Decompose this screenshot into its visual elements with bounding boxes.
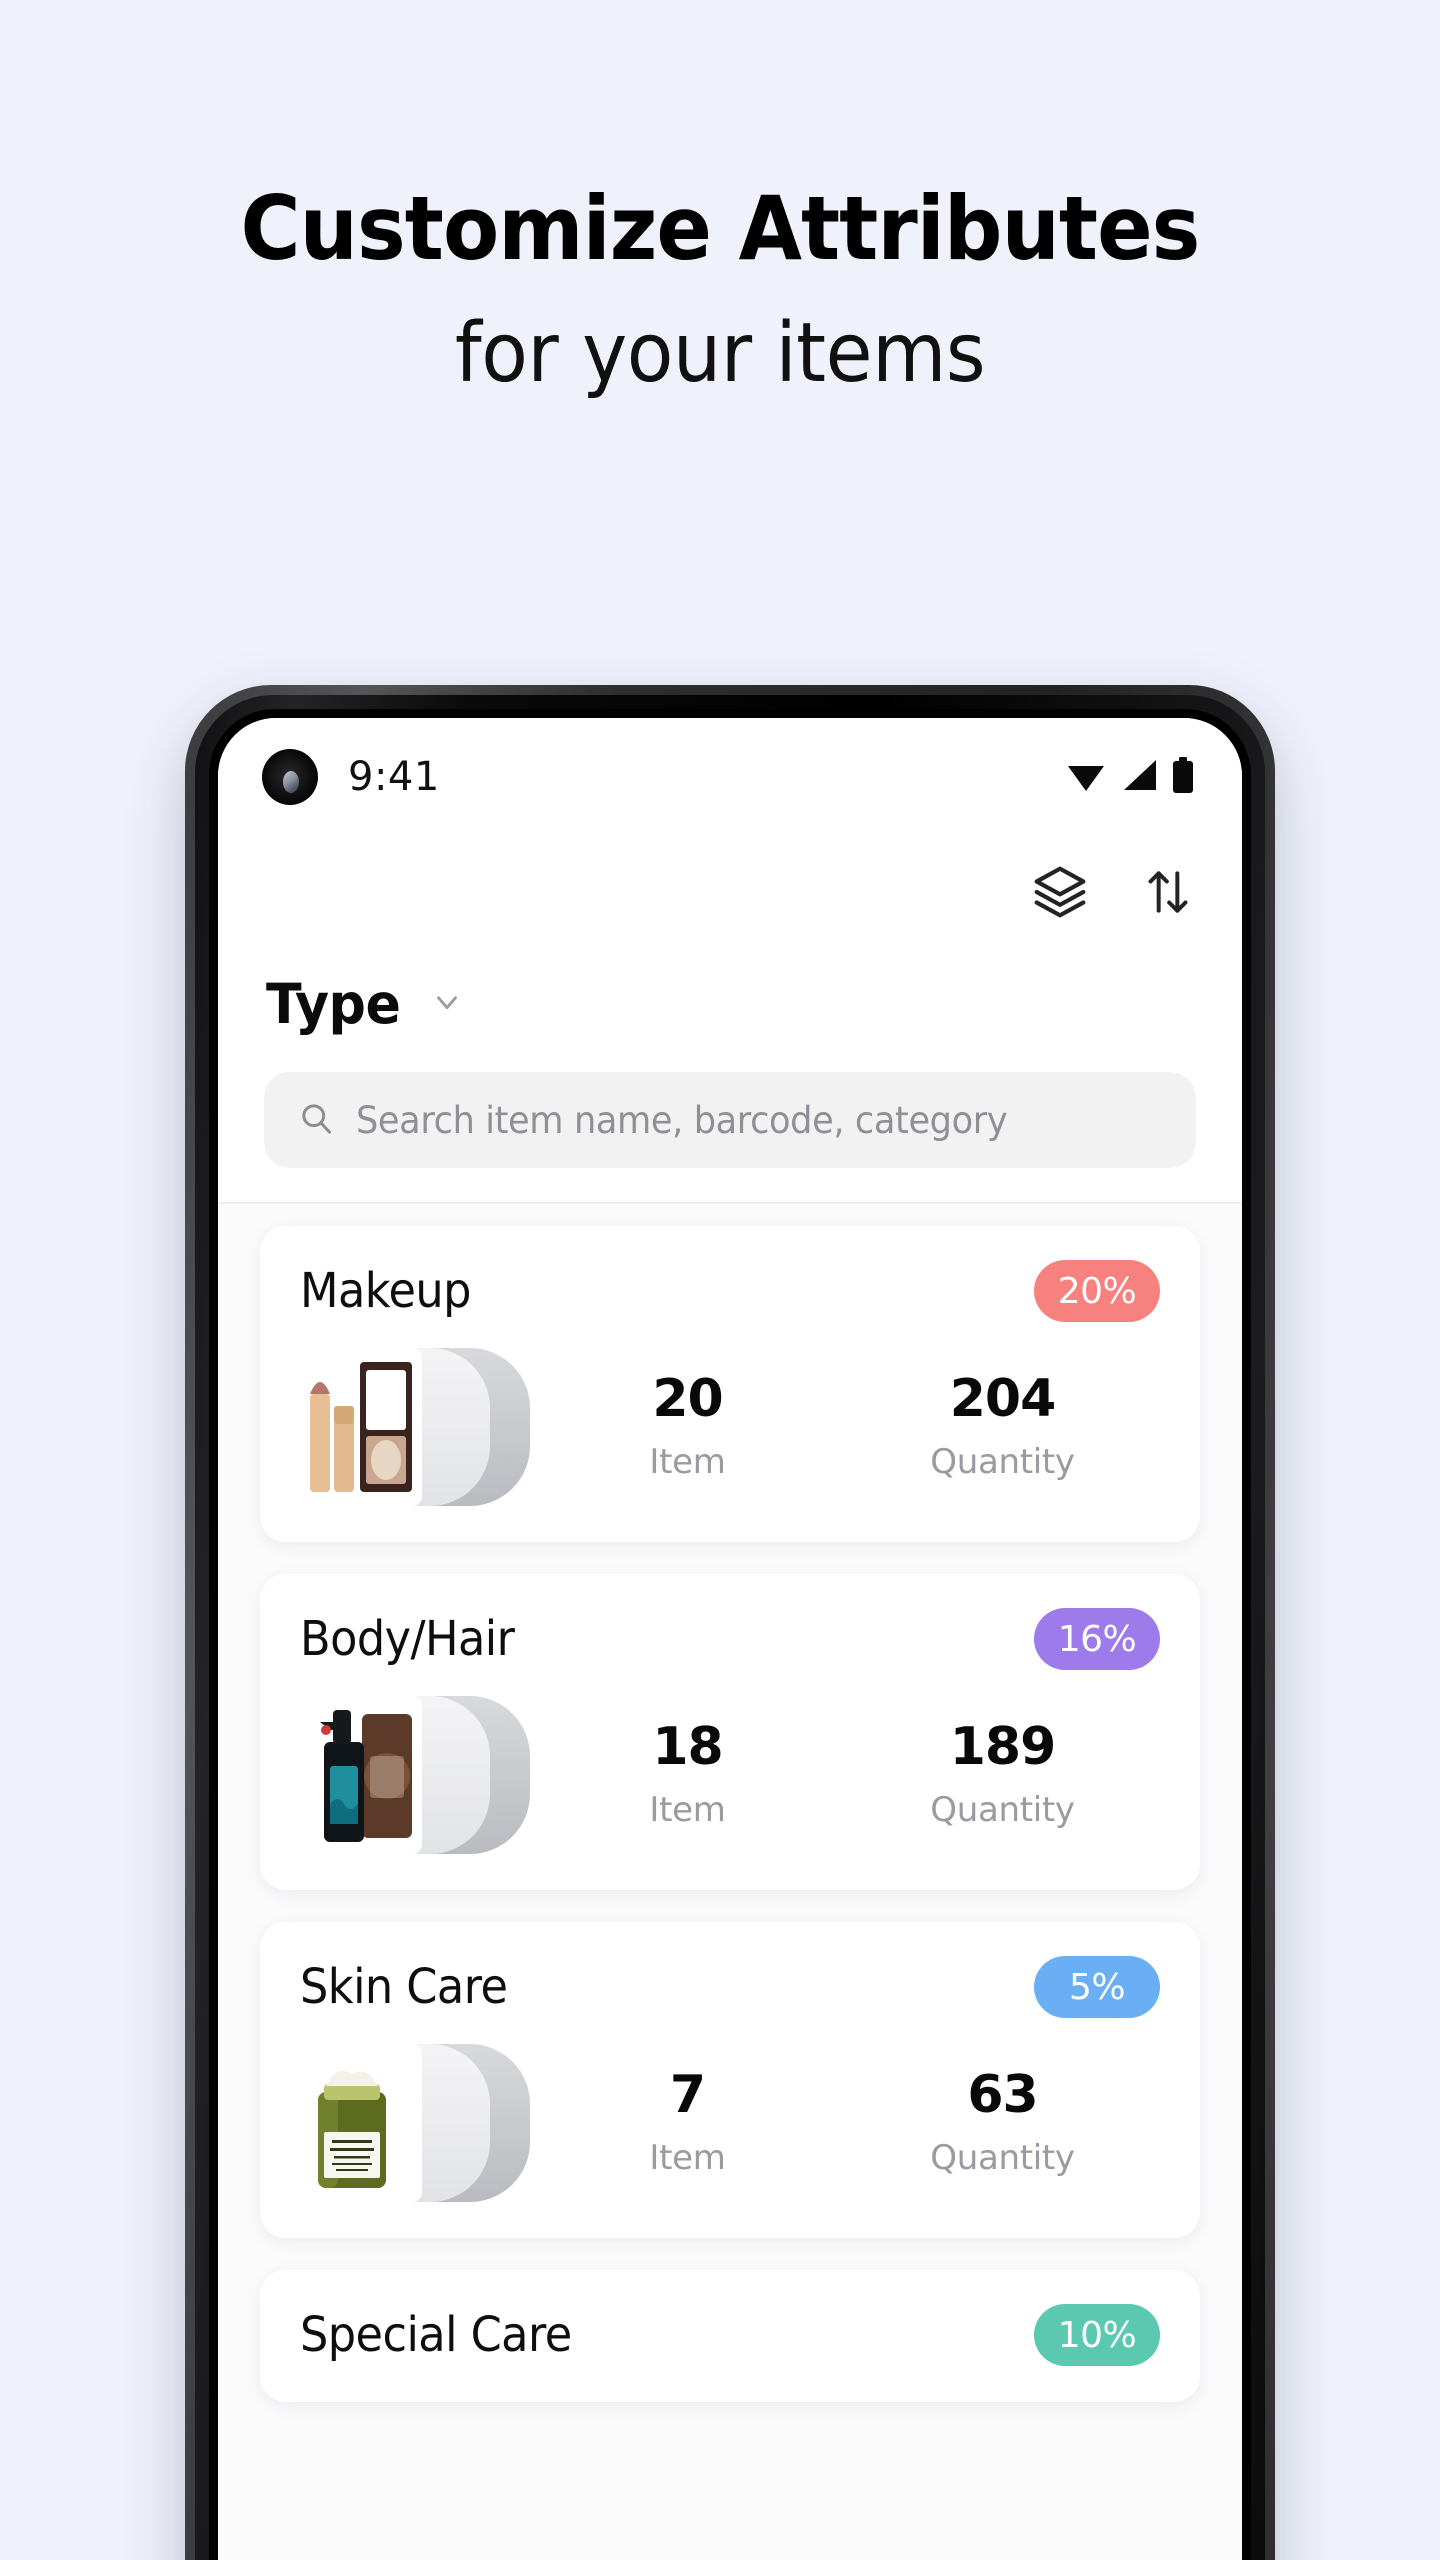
status-bar: 9:41 [218, 718, 1242, 836]
phone-bezel: 9:41 Type Search item name, barcode, cat… [195, 695, 1265, 2560]
card-body: 20 Item 204 Quantity [300, 1348, 1160, 1506]
app-bar [218, 836, 1242, 948]
item-count: 18 [652, 1716, 723, 1777]
search-placeholder: Search item name, barcode, category [356, 1098, 1008, 1142]
card-body: 18 Item 189 Quantity [300, 1696, 1160, 1854]
status-bar-clock: 9:41 [348, 754, 440, 800]
quantity-count: 189 [949, 1716, 1057, 1777]
app-screen: 9:41 Type Search item name, barcode, cat… [218, 718, 1242, 2560]
item-label: Item [649, 1790, 726, 1831]
quantity-label: Quantity [930, 2138, 1075, 2179]
category-title: Skin Care [300, 1959, 508, 2015]
phone-screen-frame: 9:41 Type Search item name, barcode, cat… [209, 709, 1251, 2560]
product-thumb-1 [300, 2044, 422, 2202]
quantity-label: Quantity [930, 1790, 1075, 1831]
headline-line-2: for your items [454, 306, 986, 401]
promo-headline: Customize Attributes for your items [0, 0, 1440, 395]
product-thumbnails [300, 1348, 530, 1506]
quantity-count: 63 [967, 2064, 1038, 2125]
search-icon [298, 1100, 334, 1140]
type-filter-label: Type [266, 972, 401, 1036]
status-bar-icons [1066, 757, 1194, 797]
category-list[interactable]: Makeup 20% 20 Item 204 Quantity Body/Hai… [218, 1204, 1242, 2560]
card-header: Makeup 20% [300, 1260, 1160, 1322]
card-header: Special Care 10% [300, 2304, 1160, 2366]
quantity-label: Quantity [930, 1442, 1075, 1483]
status-badge: 10% [1034, 2304, 1160, 2366]
card-header: Body/Hair 16% [300, 1608, 1160, 1670]
item-label: Item [649, 2138, 726, 2179]
quantity-stat: 204 Quantity [845, 1372, 1160, 1483]
card-body: 7 Item 63 Quantity [300, 2044, 1160, 2202]
product-thumb-1 [300, 1696, 422, 1854]
category-title: Makeup [300, 1263, 471, 1319]
item-stat: 20 Item [530, 1372, 845, 1483]
list-item[interactable]: Makeup 20% 20 Item 204 Quantity [260, 1226, 1200, 1542]
status-badge: 5% [1034, 1956, 1160, 2018]
search-area: Search item name, barcode, category [218, 1054, 1242, 1202]
quantity-stat: 63 Quantity [845, 2068, 1160, 2179]
list-item[interactable]: Skin Care 5% 7 Item 63 Quantity [260, 1922, 1200, 2238]
item-stat: 18 Item [530, 1720, 845, 1831]
list-item[interactable]: Body/Hair 16% 18 Item 189 Quantity [260, 1574, 1200, 1890]
quantity-stat: 189 Quantity [845, 1720, 1160, 1831]
item-label: Item [649, 1442, 726, 1483]
phone-mockup: 9:41 Type Search item name, barcode, cat… [185, 685, 1275, 2560]
product-thumbnails [300, 1696, 530, 1854]
search-input[interactable]: Search item name, barcode, category [264, 1072, 1196, 1168]
card-header: Skin Care 5% [300, 1956, 1160, 2018]
item-count: 20 [652, 1368, 723, 1429]
item-count: 7 [669, 2064, 706, 2125]
list-item[interactable]: Special Care 10% [260, 2270, 1200, 2402]
battery-icon [1172, 757, 1194, 797]
cellular-signal-icon [1120, 758, 1158, 796]
layers-icon[interactable] [1032, 864, 1088, 920]
sort-arrows-icon[interactable] [1140, 864, 1196, 920]
item-stat: 7 Item [530, 2068, 845, 2179]
wifi-icon [1066, 758, 1106, 796]
quantity-count: 204 [949, 1368, 1057, 1429]
status-badge: 20% [1034, 1260, 1160, 1322]
status-badge: 16% [1034, 1608, 1160, 1670]
category-title: Special Care [300, 2307, 572, 2363]
chevron-down-icon[interactable] [430, 985, 464, 1023]
product-thumb-1 [300, 1348, 422, 1506]
type-filter[interactable]: Type [218, 948, 1242, 1054]
product-thumbnails [300, 2044, 530, 2202]
category-title: Body/Hair [300, 1611, 515, 1667]
front-camera-punchhole [262, 749, 318, 805]
headline-line-1: Customize Attributes [240, 177, 1201, 280]
